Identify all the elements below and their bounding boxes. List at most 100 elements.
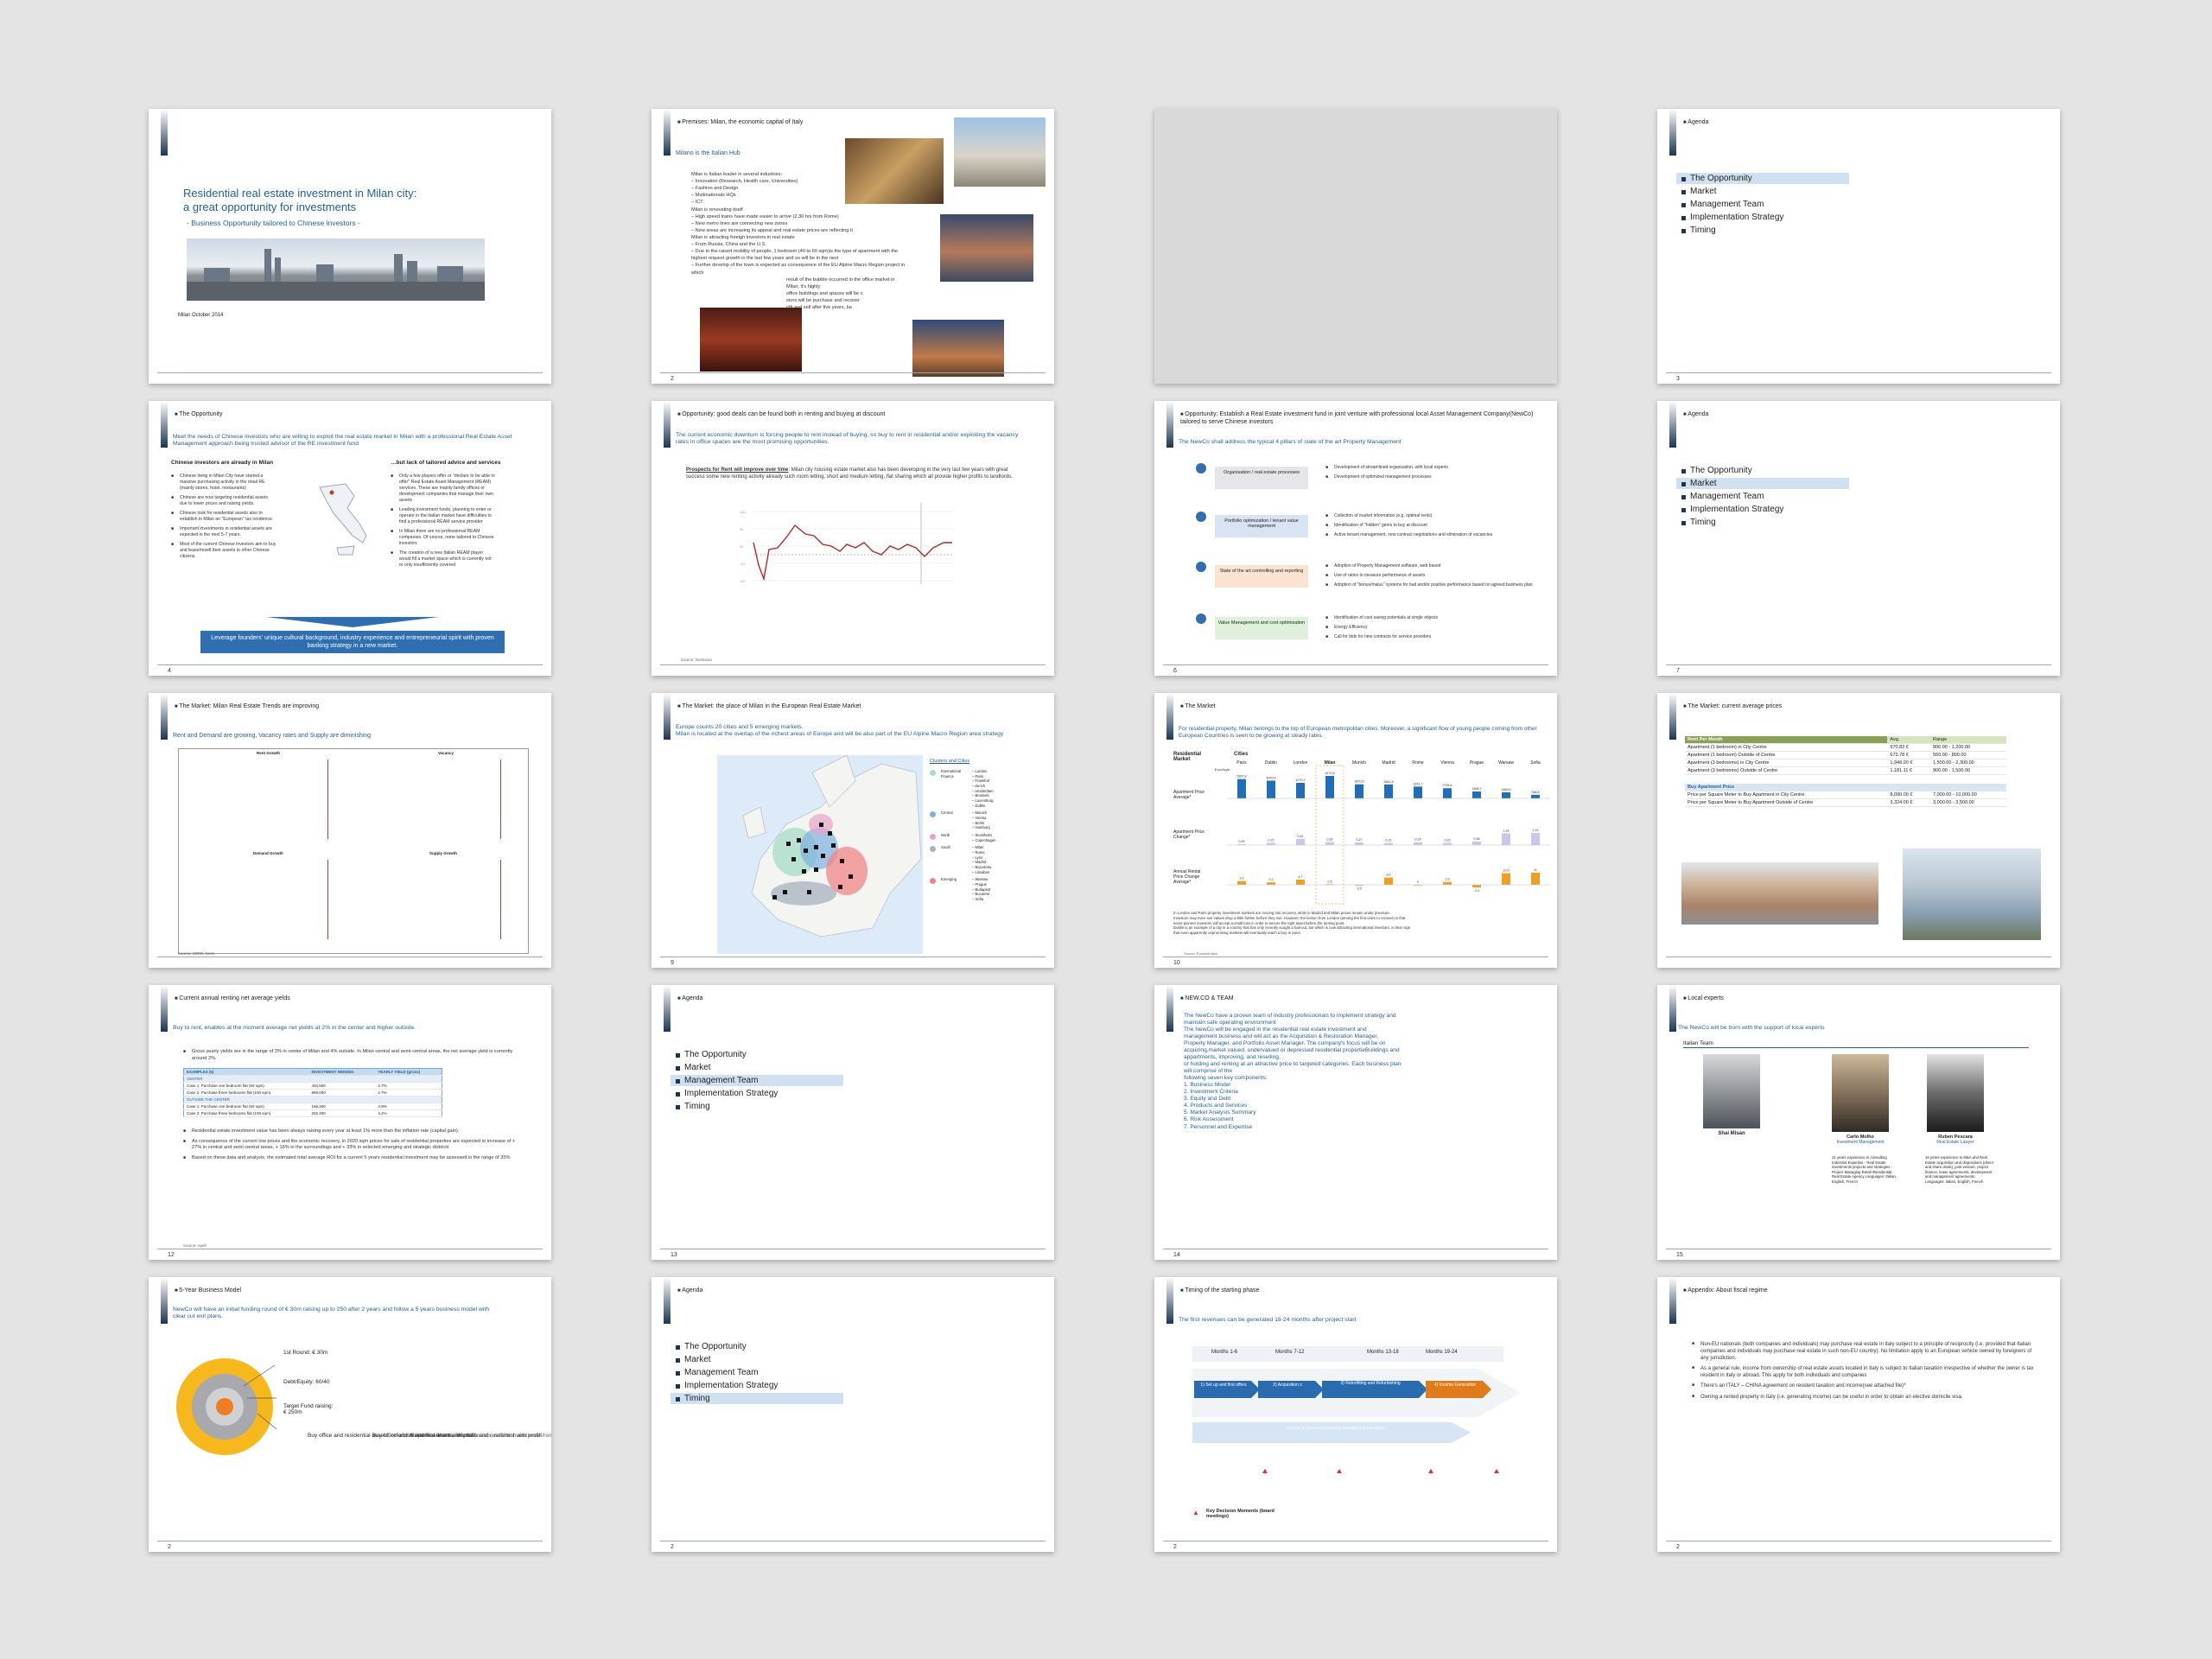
slide-6-good-deals[interactable]: Opportunity: good deals can be found bot…: [652, 401, 1054, 676]
svg-text:-50: -50: [740, 579, 746, 583]
slide-accent: [1669, 1277, 1676, 1324]
slide-11-market[interactable]: The Market For residential property, Mil…: [1154, 693, 1557, 968]
agenda-item[interactable]: The Opportunity: [1676, 173, 1849, 184]
legend-swatch: [930, 770, 936, 776]
price-bar: [1296, 783, 1305, 798]
slide-12-prices[interactable]: The Market: current average prices Rent …: [1657, 693, 2060, 968]
ring-label: Debt/Equity: 60/40: [283, 1379, 330, 1385]
page-number: 12: [168, 1252, 175, 1258]
agenda-item[interactable]: Timing: [671, 1101, 843, 1112]
key-decision-icon: ▲: [1192, 1509, 1199, 1516]
pillar-points: Adoption of Property Management software…: [1325, 563, 1541, 591]
slide-18-agenda[interactable]: Agenda The Opportunity Market Management…: [652, 1277, 1054, 1552]
page-number: 15: [1676, 1252, 1683, 1258]
slide-15-newco[interactable]: NEW.CO & TEAM The NewCo have a proven te…: [1154, 985, 1557, 1260]
avatar: [1927, 1054, 1984, 1132]
slide-subheading: Rent and Demand are growing, Vacancy rat…: [173, 733, 372, 739]
agenda-item[interactable]: Management Team: [1676, 491, 1849, 502]
price-bar: [1443, 788, 1452, 798]
slide-4-agenda[interactable]: Agenda The Opportunity Market Management…: [1657, 109, 2060, 384]
slide-17-business-model[interactable]: 5-Year Business Model NewCo will have an…: [149, 1277, 551, 1552]
city-label: Paris: [1236, 760, 1247, 766]
price-value: 998.8: [1532, 791, 1540, 794]
legend-swatch: [930, 811, 936, 818]
slide-2[interactable]: Premises: Milan, the economic capital of…: [652, 109, 1054, 384]
slide-accent: [664, 401, 671, 448]
table-row: Price per Square Meter to Buy Apartment …: [1685, 798, 2006, 807]
agenda-item[interactable]: Timing: [1676, 517, 1849, 528]
price-bar: [1355, 784, 1363, 798]
agenda-item[interactable]: Market: [1676, 478, 1849, 489]
slide-3-blank[interactable]: [1154, 109, 1557, 384]
legend-cluster: International Finance – London – Paris – …: [930, 769, 1042, 808]
slide-20-appendix[interactable]: Appendix: About fiscal regime Non-EU nat…: [1657, 1277, 2060, 1552]
slide-13-yields[interactable]: Current annual renting net average yield…: [149, 985, 551, 1260]
agenda-item[interactable]: The Opportunity: [671, 1341, 843, 1352]
slide-accent: [664, 985, 671, 1032]
legend-cluster-name: South: [941, 845, 950, 850]
slide-1[interactable]: Residential real estate investment in Mi…: [149, 109, 551, 384]
slide-19-timing[interactable]: Timing of the starting phase The first r…: [1154, 1277, 1557, 1552]
phase-label: 1) Set up and first offers: [1200, 1382, 1247, 1388]
legend-swatch: [930, 834, 936, 841]
residential-street-photo: [1681, 862, 1878, 925]
agenda-item[interactable]: Management Team: [671, 1075, 843, 1086]
slide-accent: [1669, 693, 1676, 740]
slide-subheading: Milano is the Italian Hub: [676, 150, 741, 156]
down-arrow: [266, 617, 439, 627]
yield-table: EXAMPLES (€) INVESTMENT NEEDED YEARLY YIEL…: [183, 1068, 442, 1117]
agenda-item[interactable]: Implementation Strategy: [671, 1380, 843, 1391]
agenda-item[interactable]: The Opportunity: [671, 1049, 843, 1060]
table-row: Case 2: Purchase three bedrooms flat (10…: [183, 1089, 442, 1096]
agenda-item[interactable]: Management Team: [671, 1367, 843, 1378]
price-value: 1669.6: [1502, 788, 1511, 791]
slide-subtitle: - Business Opportunity tailored to Chine…: [187, 219, 360, 227]
slide-9-trends[interactable]: The Market: Milan Real Estate Trends are…: [149, 693, 551, 968]
slide-8-agenda[interactable]: Agenda The Opportunity Market Management…: [1657, 401, 2060, 676]
legend-cluster-name: Emerging: [941, 877, 957, 882]
agenda-item[interactable]: Market: [1676, 186, 1849, 197]
agenda-item[interactable]: Timing: [1676, 225, 1849, 236]
slide-5-opportunity[interactable]: The Opportunity Meet the needs of Chines…: [149, 401, 551, 676]
price-change-value: 1.18: [1503, 829, 1510, 832]
pillar-dot: [1196, 562, 1206, 572]
page-number: 2: [671, 1544, 674, 1550]
slide-subheading: Buy to rent, enables at the moment avera…: [173, 1025, 416, 1031]
agenda-item[interactable]: Market: [671, 1354, 843, 1365]
legend-cluster-name: International Finance: [941, 769, 962, 779]
agenda-item[interactable]: Management Team: [1676, 199, 1849, 210]
city-label: Prague: [1470, 760, 1484, 766]
slide-header: The Market: Milan Real Estate Trends are…: [175, 703, 319, 709]
legend-cluster: Emerging – Warsaw – Prague – Budapest – B…: [930, 877, 1042, 901]
city-label: Milan: [1325, 760, 1336, 766]
table-row: Case 1: Purchase one bedroom flat (60 sq…: [183, 1103, 442, 1110]
rental-change-value: 0.5: [1328, 880, 1332, 883]
slide-7-pillars[interactable]: Opportunity: Establish a Real Estate inv…: [1154, 401, 1557, 676]
rental-change-bar: [1502, 873, 1510, 885]
trend-marker: [500, 860, 501, 939]
agenda-item[interactable]: Market: [671, 1062, 843, 1073]
price-change-value: 0.09: [1239, 840, 1245, 843]
price-change-bar: [1472, 841, 1481, 845]
right-points: Only a few players offer or "declare to …: [391, 474, 496, 572]
footer-line: [157, 664, 543, 665]
pillar-row: Value Management and cost optimization I…: [1196, 613, 1541, 648]
footer-line: [1666, 664, 2051, 665]
rental-change-bar: [1384, 877, 1393, 885]
agenda-item[interactable]: Implementation Strategy: [1676, 504, 1849, 515]
slide-subheading: For residential property, Milan belongs …: [1179, 726, 1537, 739]
slide-10-europe[interactable]: The Market: the place of Milan in the Eu…: [652, 693, 1054, 968]
footer-line: [1163, 664, 1548, 665]
agenda-item[interactable]: Implementation Strategy: [1676, 212, 1849, 223]
page-number: 6: [1173, 668, 1177, 674]
slide-accent: [1669, 985, 1676, 1032]
agenda-item[interactable]: Implementation Strategy: [671, 1088, 843, 1099]
rental-change-value: 10.6: [1503, 869, 1510, 873]
slide-14-agenda[interactable]: Agenda The Opportunity Market Management…: [652, 985, 1054, 1260]
table-row: Case 2: Purchase three bedrooms flat (10…: [183, 1109, 442, 1117]
person-card: Shai Misan: [1697, 1054, 1766, 1136]
slide-16-experts[interactable]: Local experts The NewCo will be born wit…: [1657, 985, 2060, 1260]
agenda-item[interactable]: Timing: [671, 1393, 843, 1404]
agenda-item[interactable]: The Opportunity: [1676, 465, 1849, 476]
chart-source: Source: CBRE, Nomi: [178, 951, 215, 956]
